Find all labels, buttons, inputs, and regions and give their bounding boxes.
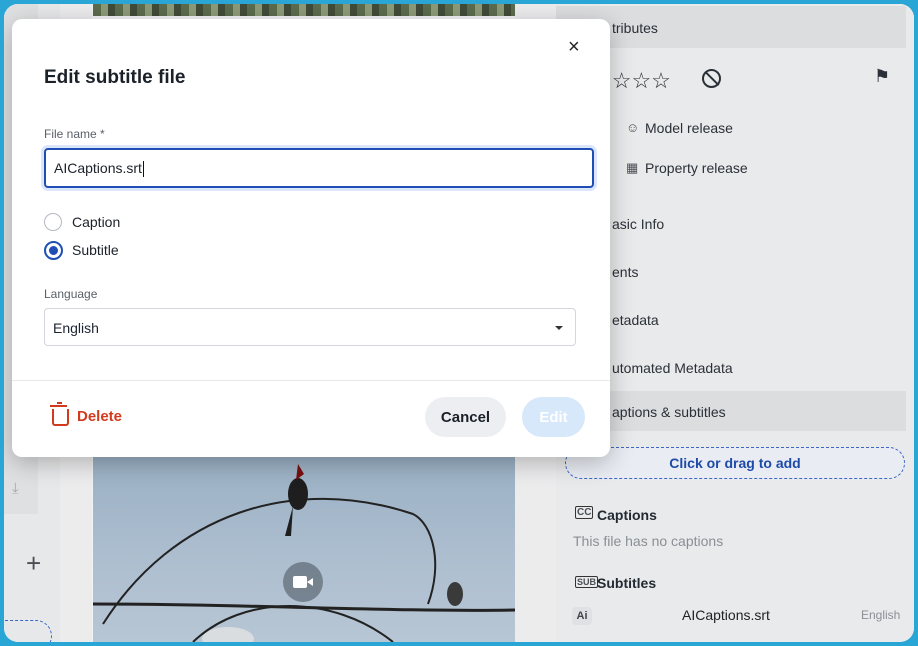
edit-button[interactable]: Edit <box>522 397 585 437</box>
language-value: English <box>53 320 99 336</box>
delete-label: Delete <box>77 407 123 425</box>
cancel-button[interactable]: Cancel <box>425 397 506 437</box>
file-name-label: File name * <box>44 127 105 141</box>
language-select[interactable]: English <box>44 308 576 346</box>
chevron-down-icon <box>555 326 563 330</box>
subtitle-radio[interactable] <box>44 241 63 260</box>
edit-subtitle-dialog: × Edit subtitle file File name * AICapti… <box>12 19 610 457</box>
language-label: Language <box>44 287 98 301</box>
delete-button[interactable]: Delete <box>50 402 123 426</box>
subtitle-radio-label[interactable]: Subtitle <box>72 242 119 258</box>
dialog-divider <box>12 380 610 381</box>
text-caret <box>142 161 144 178</box>
app-window: ⤓ + tributes ☆☆☆☆ ⚑ ☺ Model release ▦ Pr… <box>4 4 914 642</box>
caption-radio-label[interactable]: Caption <box>72 214 120 230</box>
trash-icon <box>50 402 69 426</box>
file-name-value: AICaptions.srt <box>54 160 142 176</box>
caption-radio[interactable] <box>44 213 62 231</box>
dialog-title: Edit subtitle file <box>44 67 186 88</box>
close-icon[interactable]: × <box>568 37 580 57</box>
file-name-input[interactable]: AICaptions.srt <box>44 148 594 188</box>
